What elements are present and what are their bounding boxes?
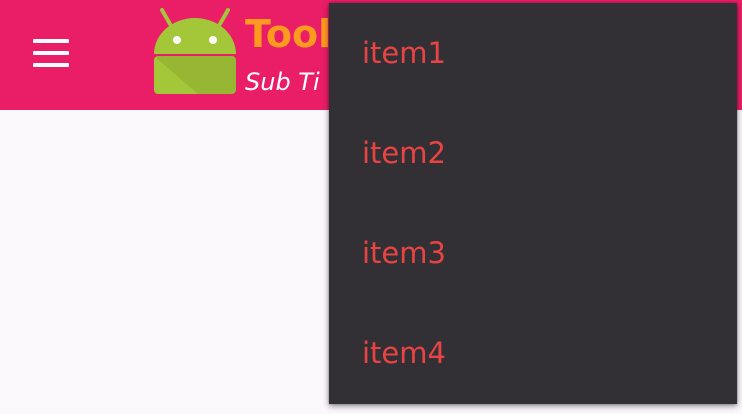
hamburger-bar xyxy=(33,63,69,67)
menu-item-item3[interactable]: item3 xyxy=(329,203,737,303)
hamburger-bar xyxy=(33,39,69,43)
menu-item-item2[interactable]: item2 xyxy=(329,103,737,203)
toolbar-subtitle: Sub Ti xyxy=(245,68,320,96)
navigation-menu-button[interactable] xyxy=(28,33,74,73)
overflow-menu-popup: item1 item2 item3 item4 xyxy=(329,3,737,404)
menu-item-item4[interactable]: item4 xyxy=(329,303,737,403)
menu-item-item1[interactable]: item1 xyxy=(329,3,737,103)
android-logo-icon xyxy=(154,8,236,94)
hamburger-bar xyxy=(33,51,69,55)
